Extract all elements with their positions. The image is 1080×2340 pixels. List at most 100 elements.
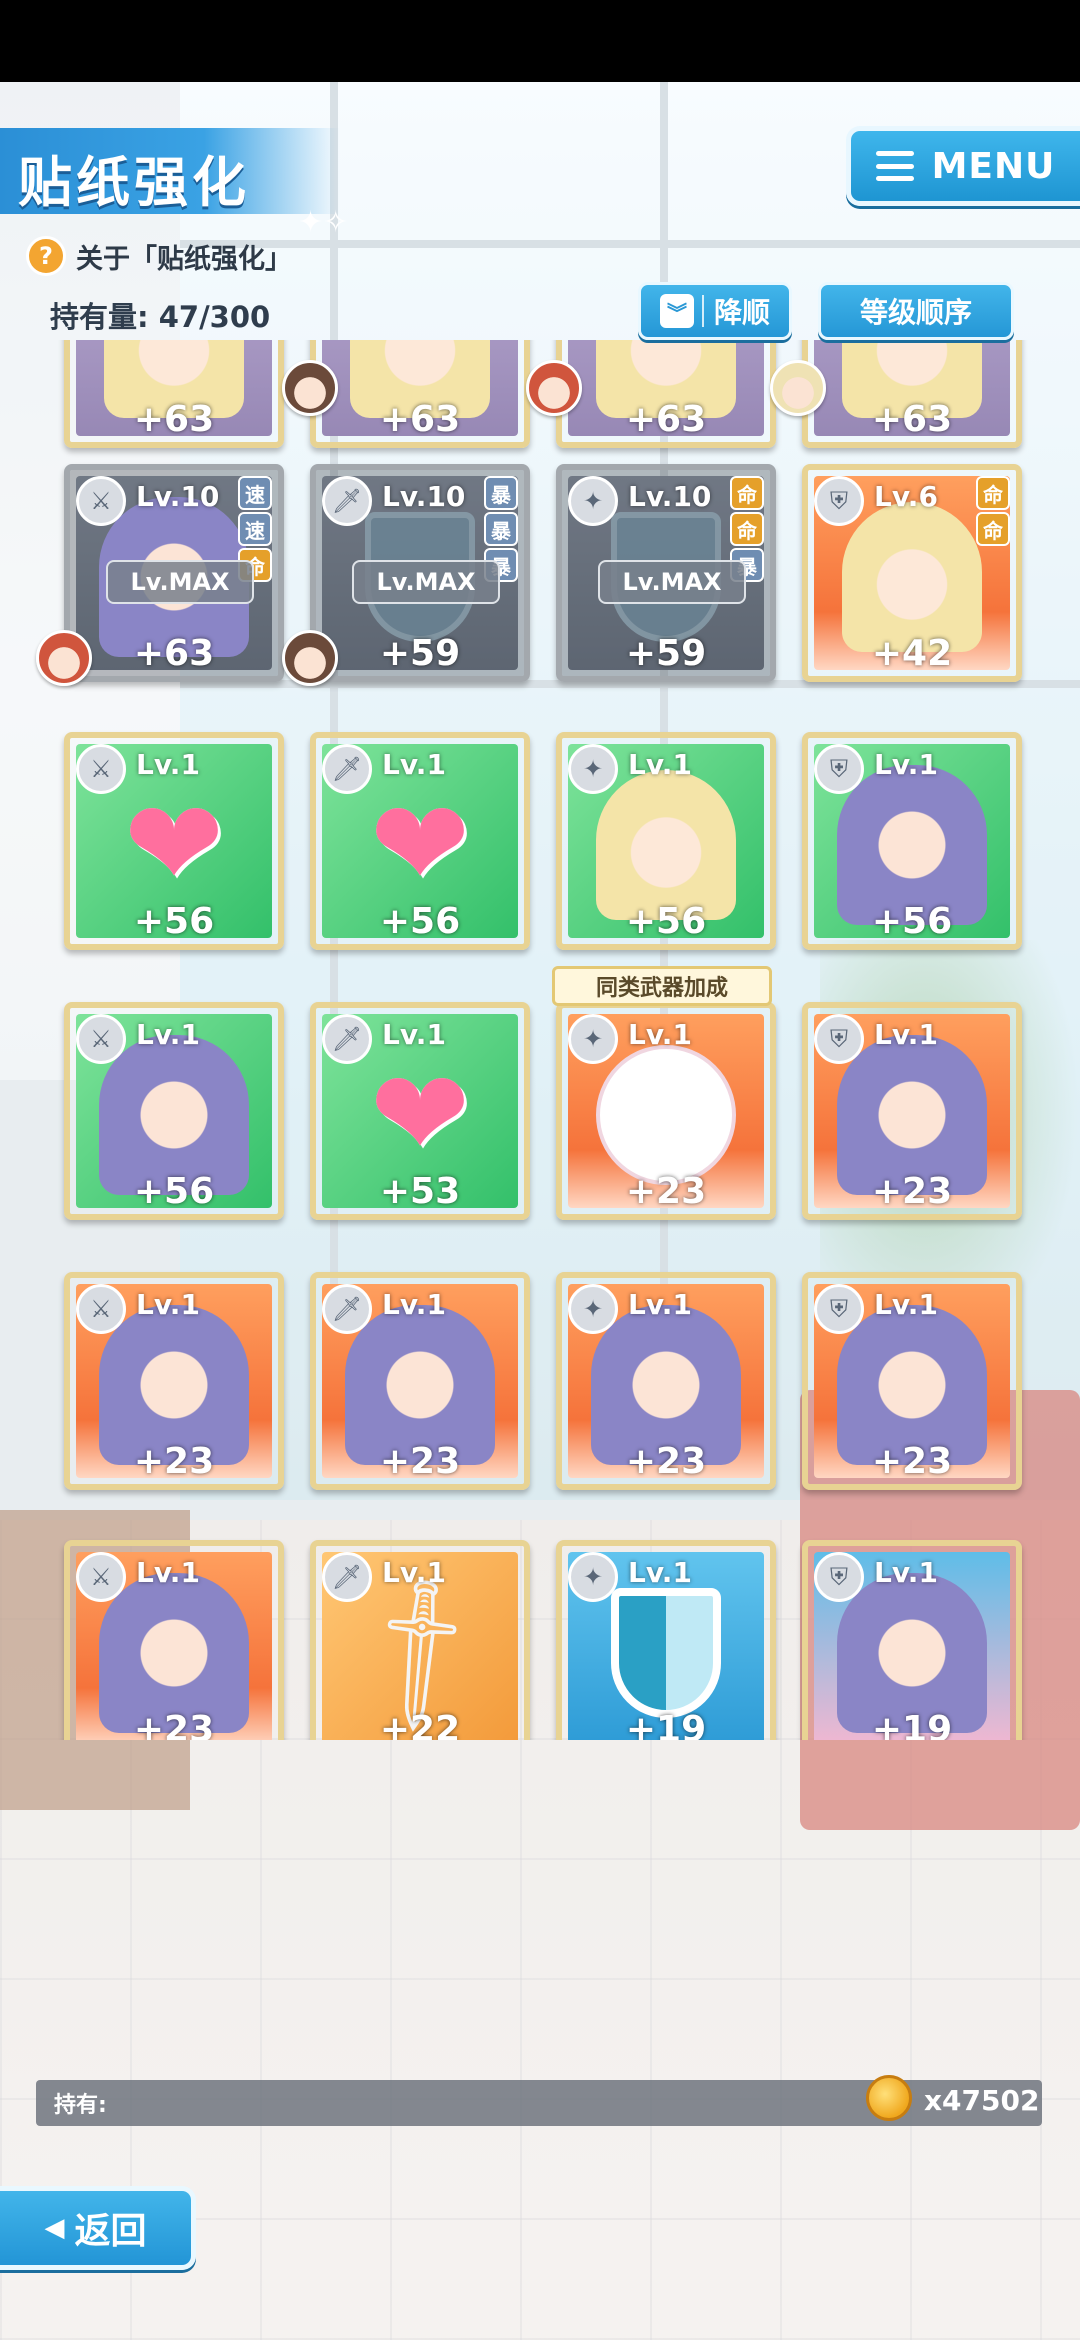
sticker-level: Lv.1: [382, 748, 446, 781]
weapon-type-icon: ⛨: [814, 1284, 864, 1334]
sticker-card[interactable]: ⚔ Lv.1 +23: [64, 1540, 284, 1740]
sticker-level: Lv.1: [628, 1288, 692, 1321]
holdings-label: 持有量:: [50, 300, 149, 334]
sort-order-button[interactable]: ︾ 降顺: [638, 282, 792, 340]
stat-tag: 命: [730, 476, 764, 510]
sticker-card[interactable]: 🗡 Lv.1 +23: [310, 1272, 530, 1490]
sticker-value: +56: [871, 901, 953, 942]
sort-type-label: 等级顺序: [859, 296, 972, 329]
sticker-card[interactable]: ⛨ Lv.1 +23: [802, 1002, 1022, 1220]
weapon-type-icon: 🗡: [322, 1014, 372, 1064]
level-max-label: Lv.MAX: [598, 560, 746, 604]
coin-amount: x47502: [924, 2084, 1040, 2117]
sticker-card[interactable]: 🗡 🗡 Lv.1 +22: [310, 1540, 530, 1740]
sticker-value: +56: [625, 901, 707, 942]
weapon-type-icon: 🗡: [322, 1284, 372, 1334]
sticker-level: Lv.1: [382, 1556, 446, 1589]
sticker-card[interactable]: ✦ Lv.1 +23: [556, 1002, 776, 1220]
heart-artwork: ❤: [123, 775, 225, 915]
stat-tag: 命: [976, 476, 1010, 510]
sticker-value: +59: [625, 633, 707, 674]
sticker-level: Lv.1: [136, 748, 200, 781]
sticker-card[interactable]: ✦ Lv.1 +56: [556, 732, 776, 950]
sticker-card[interactable]: ⚔ Lv.1 +23: [64, 1272, 284, 1490]
back-label: 返回: [74, 2211, 147, 2252]
sticker-card[interactable]: 🗡 Lv.10 +59 暴暴暴 Lv.MAX: [310, 464, 530, 682]
sticker-value: +56: [133, 901, 215, 942]
same-weapon-bonus-tooltip: 同类武器加成: [552, 966, 772, 1006]
left-triangle-icon: ◀: [44, 2213, 65, 2243]
sticker-card[interactable]: ⛨ Lv.1 +56: [802, 732, 1022, 950]
stat-tags: 命命: [976, 476, 1010, 546]
sticker-card[interactable]: ✦ Lv.10 +59 命命暴 Lv.MAX: [556, 464, 776, 682]
sort-order-label: 降顺: [713, 296, 770, 329]
sticker-value: +53: [379, 1171, 461, 1212]
weapon-type-icon: 🗡: [322, 744, 372, 794]
sticker-value: +63: [133, 399, 215, 440]
sticker-value: +19: [625, 1709, 707, 1740]
sticker-card[interactable]: ⛨ Lv.6 +42 命命: [802, 464, 1022, 682]
sticker-card[interactable]: +63: [556, 340, 776, 448]
sticker-card[interactable]: ✦ Lv.1 +19: [556, 1540, 776, 1740]
sticker-value: +23: [379, 1441, 461, 1482]
weapon-type-icon: ✦: [568, 1552, 618, 1602]
sticker-level: Lv.6: [874, 480, 938, 513]
sparkle-icon: ✦✧: [298, 205, 349, 240]
stat-tag: 命: [976, 512, 1010, 546]
sticker-card[interactable]: ❤ ⚔ Lv.1 +56: [64, 732, 284, 950]
sticker-level: Lv.1: [874, 1018, 938, 1051]
sticker-level: Lv.1: [136, 1018, 200, 1051]
sticker-level: Lv.1: [136, 1288, 200, 1321]
sticker-level: Lv.10: [382, 480, 466, 513]
sticker-card[interactable]: +63: [802, 340, 1022, 448]
back-button[interactable]: ◀ 返回: [0, 2186, 196, 2270]
weapon-type-icon: ⚔: [76, 1014, 126, 1064]
sticker-card[interactable]: ✦ Lv.1 +23: [556, 1272, 776, 1490]
sticker-level: Lv.1: [382, 1288, 446, 1321]
weapon-type-icon: ⛨: [814, 744, 864, 794]
sticker-card[interactable]: ❤ 🗡 Lv.1 +56: [310, 732, 530, 950]
sticker-level: Lv.1: [628, 1556, 692, 1589]
sticker-value: +22: [379, 1709, 461, 1740]
sticker-card[interactable]: ⛨ Lv.1 +23: [802, 1272, 1022, 1490]
weapon-type-icon: ✦: [568, 1014, 618, 1064]
sticker-value: +63: [133, 633, 215, 674]
double-chevron-down-icon: ︾: [659, 294, 694, 328]
sticker-level: Lv.1: [874, 1288, 938, 1321]
hamburger-icon: [875, 151, 914, 181]
sticker-value: +56: [379, 901, 461, 942]
character-avatar: [282, 360, 338, 416]
menu-button[interactable]: MENU: [846, 126, 1080, 206]
sticker-value: +23: [871, 1171, 953, 1212]
sticker-card[interactable]: +63: [64, 340, 284, 448]
sticker-value: +42: [871, 633, 953, 674]
sticker-value: +59: [379, 633, 461, 674]
sticker-value: +56: [133, 1171, 215, 1212]
character-avatar: [36, 630, 92, 686]
level-max-label: Lv.MAX: [352, 560, 500, 604]
weapon-type-icon: ⛨: [814, 1014, 864, 1064]
status-bar: [0, 0, 1080, 82]
sticker-card[interactable]: ⚔ Lv.1 +56: [64, 1002, 284, 1220]
stat-tag: 暴: [484, 476, 518, 510]
holding-label: 持有:: [54, 2093, 107, 2118]
coin-icon: [866, 2075, 912, 2121]
character-avatar: [770, 360, 826, 416]
sticker-card[interactable]: ❤ 🗡 Lv.1 +53: [310, 1002, 530, 1220]
help-label: 关于「贴纸强化」: [76, 243, 292, 275]
girl-blonde-artwork: [596, 770, 736, 921]
help-link[interactable]: ? 关于「贴纸强化」: [26, 236, 292, 276]
weapon-type-icon: ⚔: [76, 1552, 126, 1602]
menu-label: MENU: [931, 145, 1056, 187]
weapon-type-icon: ⛨: [814, 476, 864, 526]
sticker-level: Lv.1: [628, 1018, 692, 1051]
sticker-card[interactable]: +63: [310, 340, 530, 448]
sort-type-button[interactable]: 等级顺序: [818, 282, 1014, 340]
sticker-value: +19: [871, 1709, 953, 1740]
sticker-level: Lv.1: [628, 748, 692, 781]
sticker-card[interactable]: ⚔ Lv.10 +63 速速命 Lv.MAX: [64, 464, 284, 682]
sticker-value: +23: [133, 1441, 215, 1482]
sticker-card[interactable]: ⛨ Lv.1 +19: [802, 1540, 1022, 1740]
title-banner: 贴纸强化: [0, 128, 340, 214]
weapon-type-icon: ⚔: [76, 744, 126, 794]
